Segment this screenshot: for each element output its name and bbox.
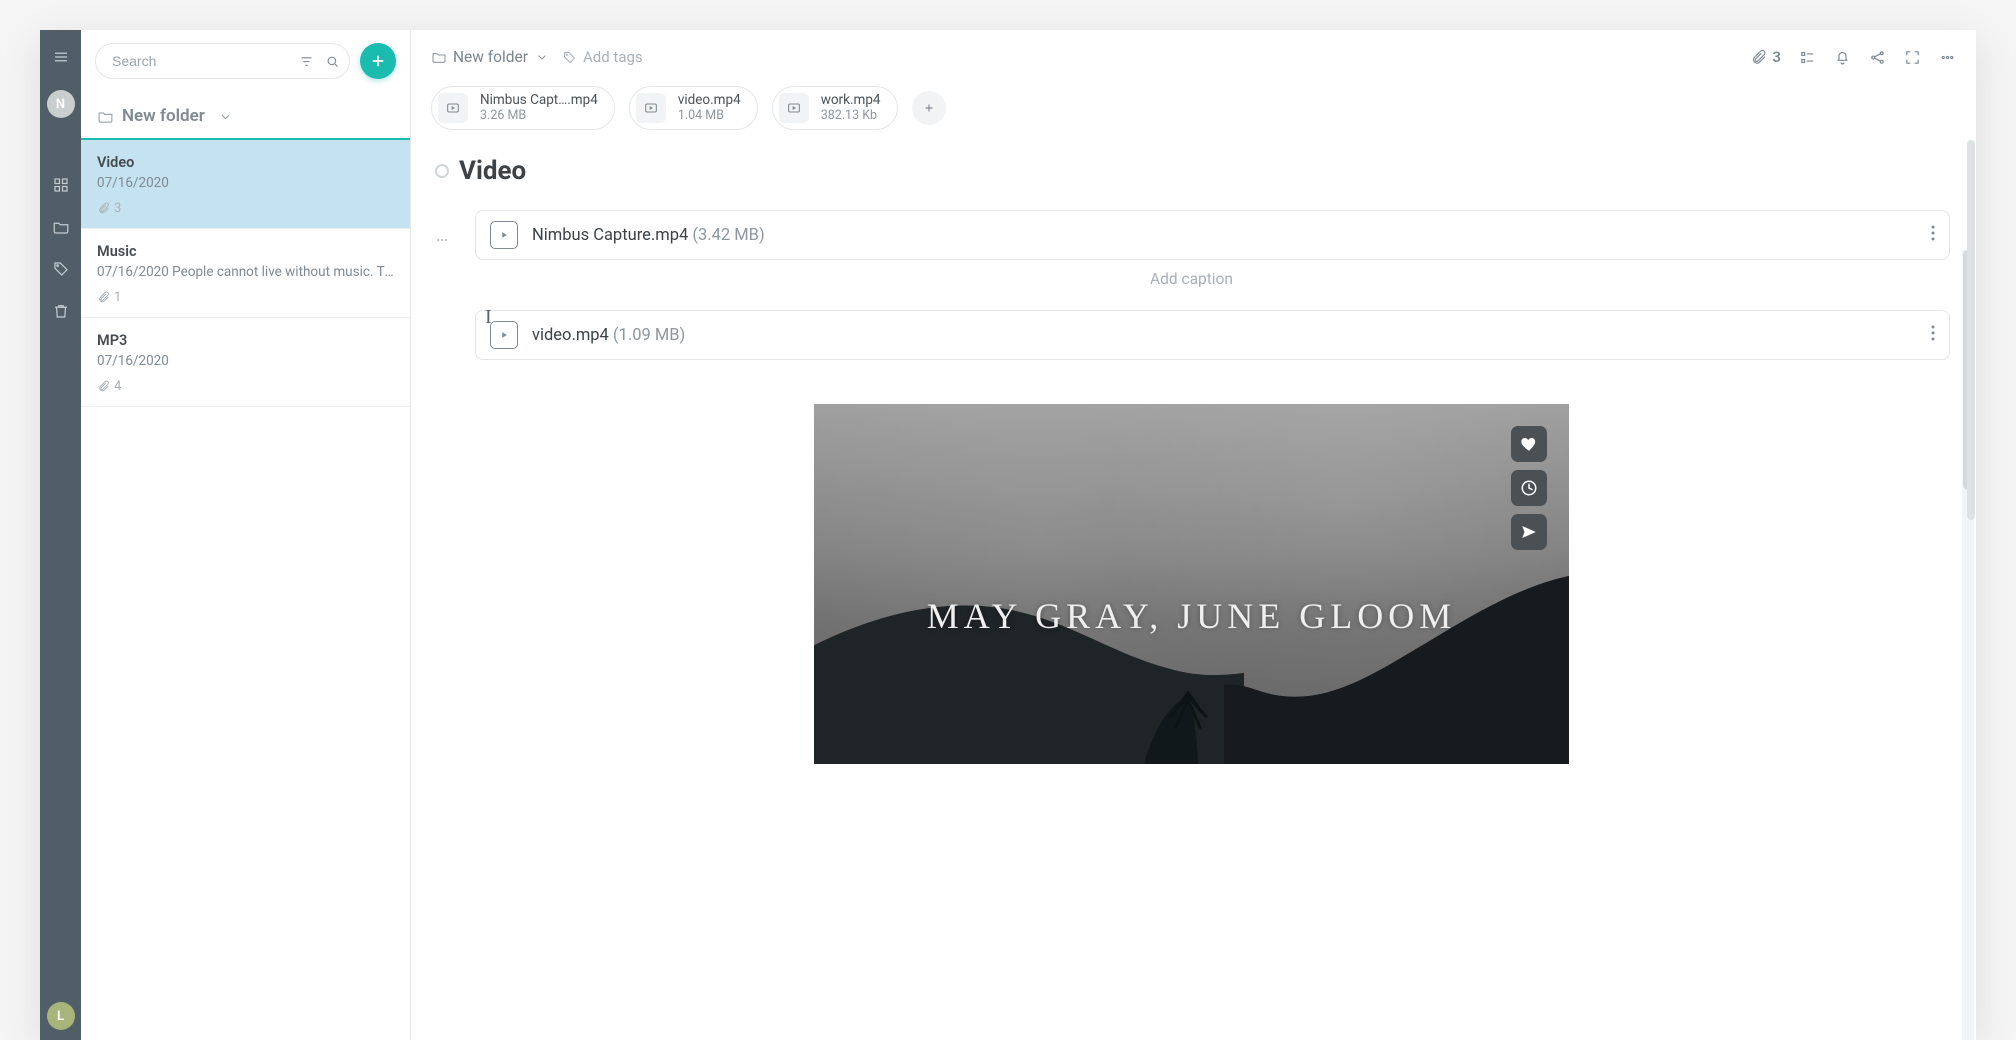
video-file-icon	[490, 321, 518, 349]
file-line: video.mp4 (1.09 MB)	[532, 326, 685, 345]
video-file-icon	[636, 93, 666, 123]
paperclip-icon	[97, 380, 110, 393]
apps-icon[interactable]	[52, 176, 70, 194]
file-name: video.mp4	[532, 326, 609, 345]
attachments-button[interactable]: 3	[1750, 48, 1781, 66]
file-block[interactable]: video.mp4 (1.09 MB)	[475, 310, 1950, 360]
share-icon[interactable]	[1511, 514, 1547, 550]
attachment-chip-size: 3.26 MB	[480, 109, 598, 123]
new-note-button[interactable]	[360, 43, 396, 79]
note-body[interactable]: Video … Nimbus Capture.mp4 (3.42 MB)	[411, 144, 1976, 1040]
folder-icon	[97, 108, 114, 125]
attachment-chips-row: Nimbus Capt….mp4 3.26 MB video.mp4 1.04 …	[411, 84, 1976, 144]
attachment-chip-size: 1.04 MB	[678, 109, 741, 123]
search-icon[interactable]	[324, 53, 340, 69]
user-avatar[interactable]: L	[47, 1002, 75, 1030]
note-item[interactable]: Music 07/16/2020 People cannot live with…	[81, 229, 410, 318]
filter-icon[interactable]	[298, 53, 314, 69]
tag-icon[interactable]	[52, 260, 70, 278]
file-more-icon[interactable]	[1931, 225, 1935, 245]
add-tags-input[interactable]: Add tags	[562, 48, 643, 66]
note-item-subtitle: 07/16/2020 People cannot live without mu…	[97, 264, 394, 280]
folder-breadcrumb-label: New folder	[122, 106, 205, 126]
note-item[interactable]: Video 07/16/2020 3	[81, 140, 410, 229]
note-item-attachments: 1	[97, 290, 394, 305]
attachments-count: 3	[1772, 48, 1781, 66]
file-block[interactable]: Nimbus Capture.mp4 (3.42 MB)	[475, 210, 1950, 260]
workspace-avatar-letter: N	[56, 97, 65, 112]
note-item-attachments: 3	[97, 201, 394, 216]
video-file-icon	[438, 93, 468, 123]
watch-later-icon[interactable]	[1511, 470, 1547, 506]
breadcrumb[interactable]: New folder	[431, 48, 550, 66]
expand-icon[interactable]	[1904, 49, 1921, 66]
user-avatar-letter: L	[57, 1009, 64, 1024]
search-wrap	[95, 43, 350, 79]
file-size: (3.42 MB)	[692, 226, 764, 245]
folder-icon[interactable]	[52, 218, 70, 236]
file-line: Nimbus Capture.mp4 (3.42 MB)	[532, 226, 765, 245]
chevron-down-icon	[534, 49, 550, 65]
file-size: (1.09 MB)	[613, 326, 685, 345]
panel-scrollbar[interactable]	[1966, 84, 1976, 1040]
block-drag-handle[interactable]: …	[433, 225, 451, 246]
paperclip-icon	[97, 291, 110, 304]
video-overlay-text: MAY GRAY, JUNE GLOOM	[814, 595, 1569, 637]
menu-icon[interactable]	[52, 48, 70, 66]
left-rail: N L	[40, 30, 81, 1040]
paperclip-icon	[1750, 49, 1767, 66]
title-bullet-icon	[435, 164, 449, 178]
workspace-avatar[interactable]: N	[47, 90, 75, 118]
note-item-title: Music	[97, 243, 394, 260]
note-item-subtitle: 07/16/2020	[97, 353, 394, 369]
note-item-attachments: 4	[97, 379, 394, 394]
attachment-chip-name: Nimbus Capt….mp4	[480, 93, 598, 109]
more-icon[interactable]	[1939, 49, 1956, 66]
note-list: Video 07/16/2020 3 Music 07/16/2020 Peop…	[81, 140, 410, 1040]
attachment-chip[interactable]: Nimbus Capt….mp4 3.26 MB	[431, 86, 615, 130]
trash-icon[interactable]	[52, 302, 70, 320]
add-attachment-button[interactable]	[912, 91, 946, 125]
reminder-icon[interactable]	[1834, 49, 1851, 66]
todo-icon[interactable]	[1799, 49, 1816, 66]
note-item[interactable]: MP3 07/16/2020 4	[81, 318, 410, 407]
notes-panel: New folder Video 07/16/2020 3 Music 07/1…	[81, 30, 411, 1040]
tag-icon	[562, 50, 577, 65]
note-title[interactable]: Video	[459, 156, 526, 186]
note-item-title: Video	[97, 154, 394, 171]
folder-breadcrumb[interactable]: New folder	[81, 92, 410, 140]
attachment-chip-name: video.mp4	[678, 93, 741, 109]
note-item-title: MP3	[97, 332, 394, 349]
breadcrumb-label: New folder	[453, 48, 528, 66]
folder-icon	[431, 49, 447, 65]
video-embed[interactable]: MAY GRAY, JUNE GLOOM	[814, 404, 1569, 764]
add-tags-label: Add tags	[583, 48, 643, 66]
file-more-icon[interactable]	[1931, 325, 1935, 345]
attachment-chip[interactable]: work.mp4 382.13 Kb	[772, 86, 898, 130]
video-file-icon	[779, 93, 809, 123]
chevron-down-icon	[217, 108, 234, 125]
note-item-subtitle: 07/16/2020	[97, 175, 394, 191]
file-name: Nimbus Capture.mp4	[532, 226, 688, 245]
share-icon[interactable]	[1869, 49, 1886, 66]
attachment-chip[interactable]: video.mp4 1.04 MB	[629, 86, 758, 130]
attachment-chip-size: 382.13 Kb	[821, 109, 881, 123]
main-topbar: New folder Add tags 3	[411, 30, 1976, 84]
main-panel: New folder Add tags 3	[411, 30, 1976, 1040]
like-icon[interactable]	[1511, 426, 1547, 462]
attachment-chip-name: work.mp4	[821, 93, 881, 109]
paperclip-icon	[97, 202, 110, 215]
caption-input[interactable]: Add caption	[433, 270, 1950, 288]
video-file-icon	[490, 221, 518, 249]
